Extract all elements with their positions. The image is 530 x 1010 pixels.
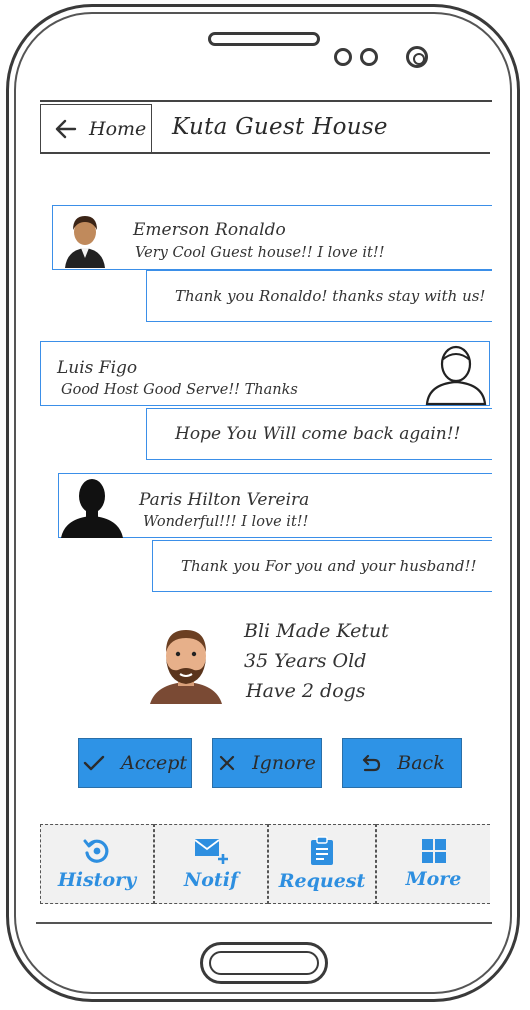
- ignore-label: Ignore: [252, 752, 316, 774]
- close-icon: [220, 755, 235, 771]
- accept-button[interactable]: Accept: [78, 738, 192, 788]
- tab-more[interactable]: More: [376, 824, 490, 904]
- avatar: [425, 345, 487, 406]
- reviewer-name: Paris Hilton Vereira: [139, 490, 310, 510]
- accept-label: Accept: [120, 752, 188, 774]
- sensor-icon: [334, 48, 352, 66]
- screen-top-edge: [40, 100, 492, 102]
- mail-plus-icon: [194, 839, 228, 864]
- host-reply: Thank you For you and your husband!!: [152, 540, 492, 592]
- review-comment: Very Cool Guest house!! I love it!!: [135, 245, 385, 261]
- host-reply: Hope You Will come back again!!: [146, 408, 492, 460]
- tab-notif-label: Notif: [183, 869, 239, 891]
- review-card[interactable]: Paris Hilton Vereira Wonderful!!! I love…: [58, 473, 492, 538]
- tab-history[interactable]: History: [40, 824, 154, 904]
- back-label: Back: [397, 752, 445, 774]
- tab-notif[interactable]: Notif: [154, 824, 268, 904]
- grid-icon: [421, 839, 446, 863]
- tab-history-label: History: [57, 869, 137, 891]
- host-reply: Thank you Ronaldo! thanks stay with us!: [146, 270, 492, 322]
- arrow-left-icon: [55, 119, 77, 139]
- review-comment: Good Host Good Serve!! Thanks: [61, 382, 298, 398]
- back-home-button[interactable]: Home: [40, 104, 152, 154]
- back-button[interactable]: Back: [342, 738, 462, 788]
- tab-more-label: More: [405, 868, 462, 890]
- clipboard-icon: [311, 836, 333, 865]
- avatar: [61, 479, 123, 538]
- header-divider: [40, 152, 490, 154]
- tab-request-label: Request: [278, 870, 366, 892]
- reviewer-name: Luis Figo: [57, 358, 138, 378]
- check-icon: [83, 755, 105, 771]
- ignore-button[interactable]: Ignore: [212, 738, 322, 788]
- speaker-grille: [208, 32, 320, 46]
- page-title: Kuta Guest House: [172, 114, 388, 140]
- undo-icon: [363, 754, 381, 772]
- review-card[interactable]: Emerson Ronaldo Very Cool Guest house!! …: [52, 205, 492, 270]
- review-card[interactable]: Luis Figo Good Host Good Serve!! Thanks: [40, 341, 490, 406]
- profile-age: 35 Years Old: [244, 650, 367, 672]
- review-comment: Wonderful!!! I love it!!: [143, 514, 309, 530]
- profile-avatar: [150, 630, 222, 704]
- profile-name: Bli Made Ketut: [244, 620, 389, 642]
- avatar: [65, 216, 105, 268]
- profile-note: Have 2 dogs: [246, 680, 366, 702]
- sensor-icon: [360, 48, 378, 66]
- camera-icon: [406, 46, 428, 68]
- reviewer-name: Emerson Ronaldo: [133, 220, 286, 240]
- hardware-home-button[interactable]: [200, 942, 328, 984]
- screen-bottom-edge: [36, 922, 492, 924]
- history-icon: [83, 839, 109, 863]
- back-home-label: Home: [89, 118, 147, 140]
- tab-request[interactable]: Request: [268, 824, 376, 904]
